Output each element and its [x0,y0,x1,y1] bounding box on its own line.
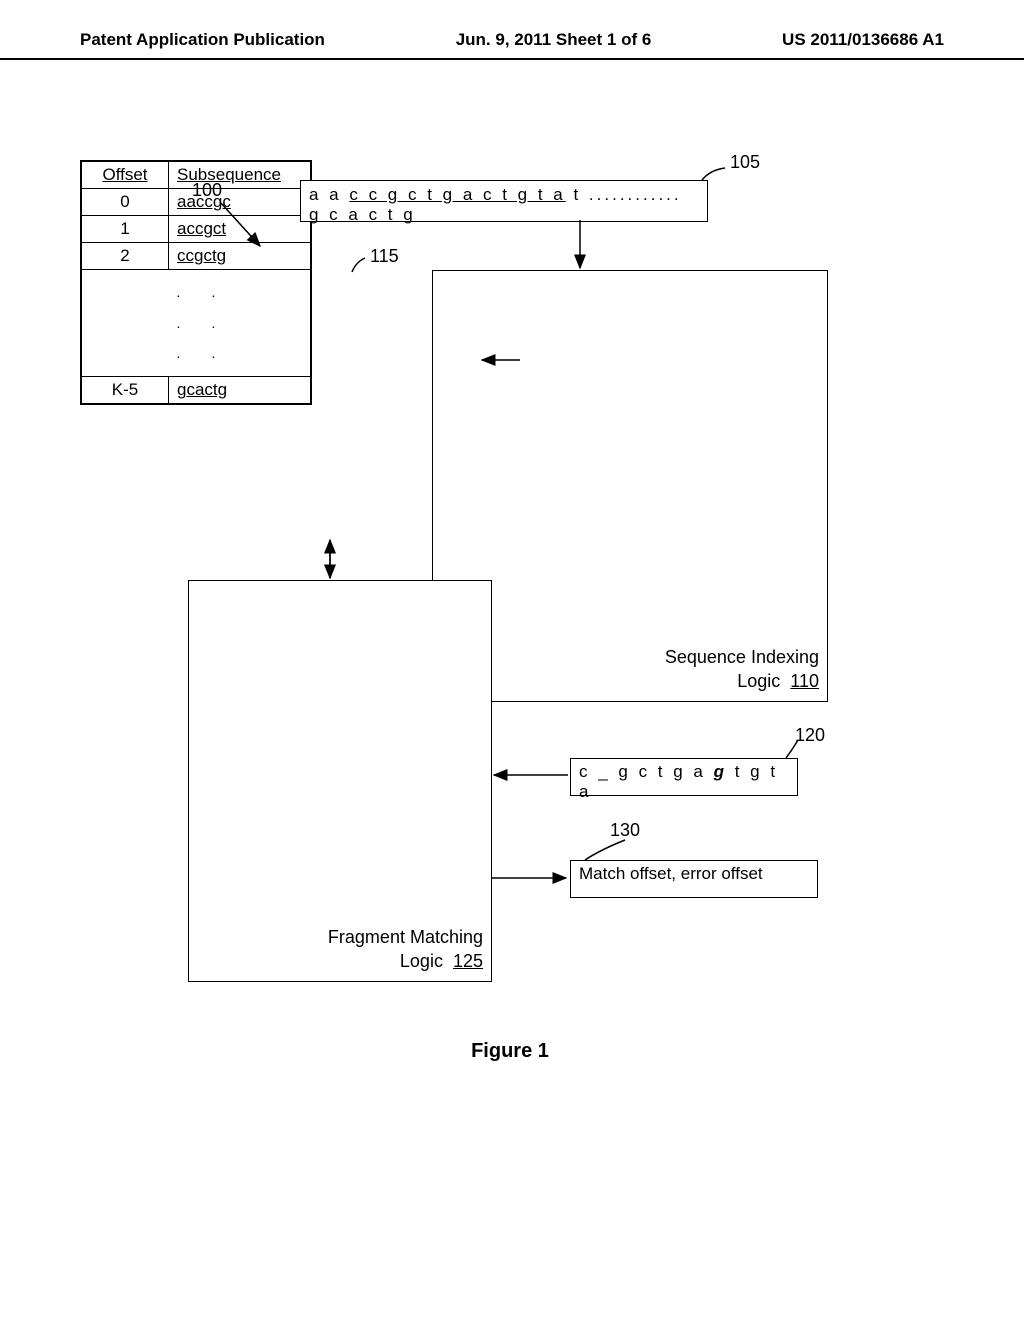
page-header: Patent Application Publication Jun. 9, 2… [0,0,1024,60]
diagram-container: 100 105 115 120 130 a a c c g c t g a c … [80,160,940,1060]
subseq-cell: ccgctg [169,243,311,270]
ref-120: 120 [795,725,825,746]
fragment-ital: g [714,762,727,781]
indexing-num: 110 [790,671,819,691]
offset-cell: 0 [82,189,169,216]
ref-100: 100 [192,180,222,201]
indexing-title: Sequence Indexing [665,647,819,667]
sequence-prefix: a a [309,185,349,204]
matching-logic-word: Logic [400,951,443,971]
ref-130: 130 [610,820,640,841]
figure-caption: Figure 1 [80,1040,940,1063]
offset-cell: K-5 [82,377,169,404]
header-left: Patent Application Publication [80,30,325,50]
subseq-cell: accgct [169,216,311,243]
subseq-cell: aaccgc [169,189,311,216]
table-row: K-5 gcactg [82,377,311,404]
sequence-underlined: c c g c t g a c t g t a [349,185,565,204]
subseq-header: Subsequence [169,162,311,189]
dots-cell: . . . . . . [82,270,311,377]
table-dots-row: . . . . . . [82,270,311,377]
matching-title: Fragment Matching [328,927,483,947]
matching-num: 125 [453,951,483,971]
matching-label: Fragment Matching Logic 125 [328,926,483,973]
table-row: 1 accgct [82,216,311,243]
indexing-logic-word: Logic [737,671,780,691]
indexing-label: Sequence Indexing Logic 110 [665,646,819,693]
offset-cell: 2 [82,243,169,270]
offset-cell: 1 [82,216,169,243]
result-box: Match offset, error offset [570,860,818,898]
header-right: US 2011/0136686 A1 [782,30,944,50]
ref-105: 105 [730,152,760,173]
fragment-box: c _ g c t g a g t g t a [570,758,798,796]
header-center: Jun. 9, 2011 Sheet 1 of 6 [456,30,652,50]
fragment-pre: c _ g c t g a [579,762,714,781]
sequence-box: a a c c g c t g a c t g t a t ..........… [300,180,708,222]
offset-header: Offset [82,162,169,189]
ref-115: 115 [370,246,399,267]
matching-logic-box: Fragment Matching Logic 125 [188,580,492,982]
table-row: 2 ccgctg [82,243,311,270]
subseq-cell: gcactg [169,377,311,404]
